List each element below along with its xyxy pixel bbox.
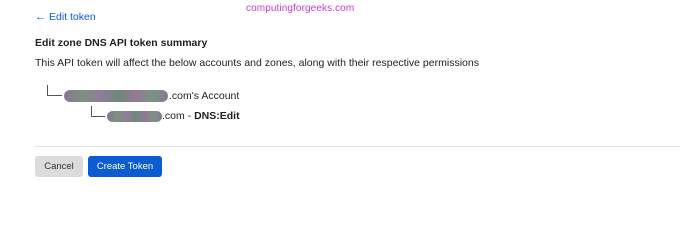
back-arrow-icon: ← <box>35 10 46 23</box>
redacted-zone-name <box>107 111 162 122</box>
account-name-suffix: .com's Account <box>169 90 240 102</box>
zone-entry: .com - DNS:Edit <box>162 110 240 122</box>
section-divider <box>35 146 680 147</box>
redacted-account-name <box>64 90 168 102</box>
watermark-text: computingforgeeks.com <box>246 3 355 14</box>
create-token-button[interactable]: Create Token <box>88 156 162 177</box>
summary-title: Edit zone DNS API token summary <box>35 37 208 49</box>
back-link-edit-token[interactable]: ← Edit token <box>35 11 96 23</box>
tree-connector-zone <box>91 106 105 117</box>
back-link-label: Edit token <box>49 11 96 23</box>
cancel-button[interactable]: Cancel <box>35 156 83 177</box>
tree-connector-account <box>47 85 62 96</box>
zone-permission: DNS:Edit <box>194 110 240 122</box>
zone-name-suffix: .com - <box>162 110 195 122</box>
summary-description: This API token will affect the below acc… <box>35 57 479 69</box>
